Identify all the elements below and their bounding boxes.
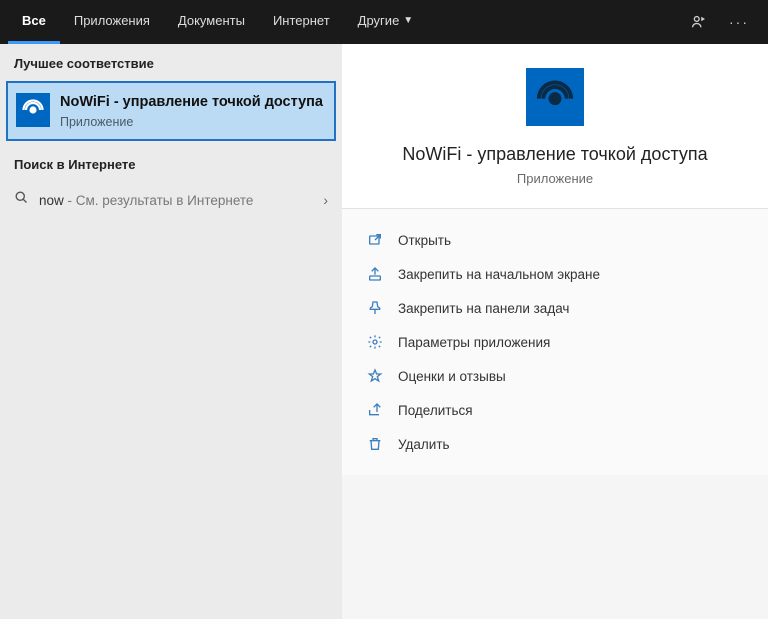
preview-header: NoWiFi - управление точкой доступа Прило…	[342, 44, 768, 209]
best-match-text: NoWiFi - управление точкой доступа Прило…	[60, 93, 326, 129]
share-icon	[366, 401, 384, 419]
action-pin-start[interactable]: Закрепить на начальном экране	[348, 257, 762, 291]
chevron-right-icon: ›	[323, 192, 328, 208]
app-icon	[16, 93, 50, 127]
best-match-label: Лучшее соответствие	[0, 44, 342, 81]
best-match-subtitle: Приложение	[60, 115, 326, 129]
tab-other[interactable]: Другие ▼	[344, 0, 428, 44]
preview-title: NoWiFi - управление точкой доступа	[402, 144, 707, 165]
action-label: Удалить	[398, 437, 450, 452]
best-match-result[interactable]: NoWiFi - управление точкой доступа Прило…	[6, 81, 336, 141]
results-panel: Лучшее соответствие NoWiFi - управление …	[0, 44, 342, 619]
pin-task-icon	[366, 299, 384, 317]
body: Лучшее соответствие NoWiFi - управление …	[0, 44, 768, 619]
tab-apps[interactable]: Приложения	[60, 0, 164, 44]
action-rate[interactable]: Оценки и отзывы	[348, 359, 762, 393]
action-label: Закрепить на панели задач	[398, 301, 569, 316]
web-search-label: Поиск в Интернете	[0, 151, 342, 180]
chevron-down-icon: ▼	[403, 15, 413, 26]
tab-docs[interactable]: Документы	[164, 0, 259, 44]
preview-panel: NoWiFi - управление точкой доступа Прило…	[342, 44, 768, 619]
best-match-title: NoWiFi - управление точкой доступа	[60, 93, 326, 111]
action-share[interactable]: Поделиться	[348, 393, 762, 427]
web-result-text: now - См. результаты в Интернете	[39, 193, 313, 208]
trash-icon	[366, 435, 384, 453]
tab-all[interactable]: Все	[8, 0, 60, 44]
action-open[interactable]: Открыть	[348, 223, 762, 257]
action-delete[interactable]: Удалить	[348, 427, 762, 461]
tab-web[interactable]: Интернет	[259, 0, 344, 44]
tab-strip: Все Приложения Документы Интернет Другие…	[8, 0, 427, 44]
action-label: Закрепить на начальном экране	[398, 267, 600, 282]
open-icon	[366, 231, 384, 249]
action-pin-taskbar[interactable]: Закрепить на панели задач	[348, 291, 762, 325]
action-label: Параметры приложения	[398, 335, 550, 350]
app-icon-large	[526, 68, 584, 126]
action-list: Открыть Закрепить на начальном экране За…	[342, 209, 768, 475]
feedback-icon[interactable]	[688, 11, 710, 33]
topbar-icons: ···	[688, 0, 760, 44]
action-label: Открыть	[398, 233, 451, 248]
search-icon	[14, 190, 29, 210]
preview-subtitle: Приложение	[517, 171, 593, 186]
star-icon	[366, 367, 384, 385]
action-settings[interactable]: Параметры приложения	[348, 325, 762, 359]
web-result[interactable]: now - См. результаты в Интернете ›	[0, 180, 342, 220]
pin-start-icon	[366, 265, 384, 283]
gear-icon	[366, 333, 384, 351]
topbar: Все Приложения Документы Интернет Другие…	[0, 0, 768, 44]
action-label: Поделиться	[398, 403, 473, 418]
action-label: Оценки и отзывы	[398, 369, 506, 384]
more-icon[interactable]: ···	[728, 11, 750, 33]
